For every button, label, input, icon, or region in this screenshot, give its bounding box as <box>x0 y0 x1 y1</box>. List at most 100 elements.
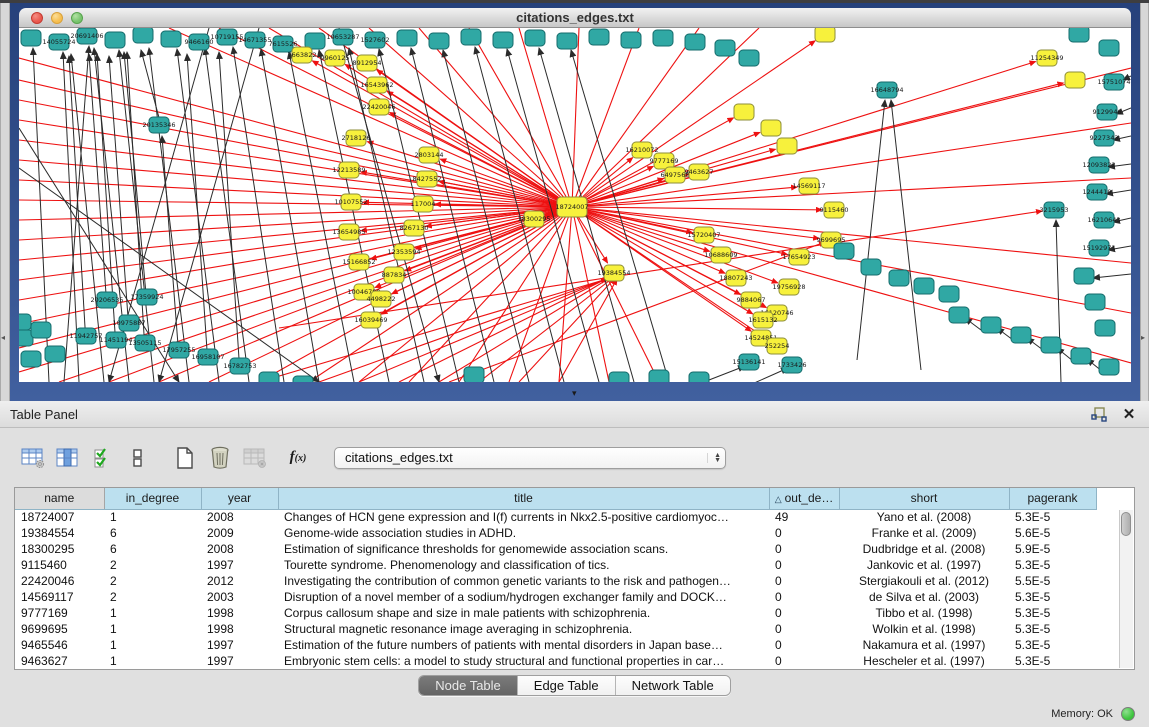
graph-node-teal[interactable] <box>949 307 969 323</box>
table-source-select[interactable]: citations_edges.txt ▲▼ <box>334 447 726 469</box>
tab-edge-table[interactable]: Edge Table <box>518 676 616 695</box>
graph-node-yellow[interactable] <box>761 120 781 136</box>
cell-short[interactable]: Dudbridge et al. (2008) <box>839 541 1009 557</box>
column-header-in_degree[interactable]: in_degree <box>104 488 201 509</box>
cell-year[interactable]: 2009 <box>201 525 278 541</box>
graph-node-teal[interactable] <box>939 286 959 302</box>
cell-name[interactable]: 18300295 <box>15 541 104 557</box>
cell-pagerank[interactable]: 5.3E-5 <box>1009 509 1096 525</box>
memory-status-indicator[interactable] <box>1121 707 1135 721</box>
right-splitter-strip[interactable]: ▸ <box>1140 3 1149 401</box>
close-window-button[interactable] <box>31 12 43 24</box>
minimize-window-button[interactable] <box>51 12 63 24</box>
graph-node-teal[interactable] <box>31 322 51 338</box>
graph-node-teal[interactable] <box>609 372 629 382</box>
graph-node-teal[interactable] <box>461 29 481 45</box>
function-builder-icon[interactable]: f(x) <box>283 443 313 473</box>
graph-node-teal[interactable] <box>1085 294 1105 310</box>
cell-short[interactable]: Franke et al. (2009) <box>839 525 1009 541</box>
cell-name[interactable]: 9465546 <box>15 637 104 653</box>
table-row[interactable]: 911546021997Tourette syndrome. Phenomeno… <box>15 557 1096 573</box>
cell-title[interactable]: Changes of HCN gene expression and I(f) … <box>278 509 769 525</box>
cell-title[interactable]: Genome-wide association studies in ADHD. <box>278 525 769 541</box>
graph-node-teal[interactable] <box>557 33 577 49</box>
cell-out_de[interactable]: 0 <box>769 541 839 557</box>
cell-name[interactable]: 9699695 <box>15 621 104 637</box>
graph-node-yellow[interactable] <box>1065 72 1085 88</box>
cell-year[interactable]: 2003 <box>201 589 278 605</box>
cell-short[interactable]: Hescheler et al. (1997) <box>839 653 1009 669</box>
cell-year[interactable]: 1997 <box>201 653 278 669</box>
cell-pagerank[interactable]: 5.3E-5 <box>1009 621 1096 637</box>
cell-in_degree[interactable]: 1 <box>104 621 201 637</box>
graph-node-teal[interactable] <box>715 40 735 56</box>
table-row[interactable]: 1456911722003Disruption of a novel membe… <box>15 589 1096 605</box>
cell-short[interactable]: Nakamura et al. (1997) <box>839 637 1009 653</box>
cell-title[interactable]: Corpus callosum shape and size in male p… <box>278 605 769 621</box>
panel-splitter-handle[interactable]: ▾ <box>572 389 577 398</box>
graph-node-teal[interactable] <box>589 29 609 45</box>
cell-pagerank[interactable]: 5.3E-5 <box>1009 605 1096 621</box>
cell-year[interactable]: 1998 <box>201 605 278 621</box>
cell-in_degree[interactable]: 2 <box>104 589 201 605</box>
cell-title[interactable]: Estimation of the future numbers of pati… <box>278 637 769 653</box>
cell-in_degree[interactable]: 6 <box>104 541 201 557</box>
delete-rows-icon[interactable] <box>205 443 235 473</box>
cell-name[interactable]: 9115460 <box>15 557 104 573</box>
graph-node-teal[interactable] <box>21 30 41 46</box>
graph-node-teal[interactable] <box>493 32 513 48</box>
cell-pagerank[interactable]: 5.9E-5 <box>1009 541 1096 557</box>
graph-node-teal[interactable] <box>739 50 759 66</box>
graph-node-yellow[interactable] <box>777 138 797 154</box>
table-row[interactable]: 1872400712008Changes of HCN gene express… <box>15 509 1096 525</box>
citation-network-graph[interactable]: 1405572420691406946616010719155146713557… <box>19 28 1131 382</box>
cell-title[interactable]: Investigating the contribution of common… <box>278 573 769 589</box>
cell-out_de[interactable]: 0 <box>769 589 839 605</box>
cell-name[interactable]: 9463627 <box>15 653 104 669</box>
cell-short[interactable]: Jankovic et al. (1997) <box>839 557 1009 573</box>
graph-node-teal[interactable] <box>1069 28 1089 42</box>
graph-node-teal[interactable] <box>1041 337 1061 353</box>
graph-node-teal[interactable] <box>685 34 705 50</box>
tab-network-table[interactable]: Network Table <box>616 676 730 695</box>
table-row[interactable]: 977716911998Corpus callosum shape and si… <box>15 605 1096 621</box>
graph-node-yellow[interactable] <box>734 104 754 120</box>
graph-node-teal[interactable] <box>105 32 125 48</box>
cell-short[interactable]: Tibbo et al. (1998) <box>839 605 1009 621</box>
cell-out_de[interactable]: 0 <box>769 557 839 573</box>
cell-in_degree[interactable]: 1 <box>104 509 201 525</box>
table-row[interactable]: 946362711997Embryonic stem cells: a mode… <box>15 653 1096 669</box>
column-header-title[interactable]: title <box>278 488 769 509</box>
graph-node-teal[interactable] <box>914 278 934 294</box>
cell-short[interactable]: Wolkin et al. (1998) <box>839 621 1009 637</box>
window-titlebar[interactable]: citations_edges.txt <box>19 8 1131 28</box>
cell-short[interactable]: de Silva et al. (2003) <box>839 589 1009 605</box>
graph-node-teal[interactable] <box>429 33 449 49</box>
graph-node-teal[interactable] <box>45 346 65 362</box>
graph-node-teal[interactable] <box>133 28 153 43</box>
cell-in_degree[interactable]: 1 <box>104 653 201 669</box>
graph-node-teal[interactable] <box>861 259 881 275</box>
cell-title[interactable]: Estimation of significance thresholds fo… <box>278 541 769 557</box>
cell-name[interactable]: 9777169 <box>15 605 104 621</box>
graph-node-teal[interactable] <box>1095 320 1115 336</box>
graph-node-teal[interactable] <box>1071 348 1091 364</box>
graph-node-teal[interactable] <box>397 30 417 46</box>
table-row[interactable]: 969969511998Structural magnetic resonanc… <box>15 621 1096 637</box>
graph-node-teal[interactable] <box>649 370 669 382</box>
cell-out_de[interactable]: 0 <box>769 605 839 621</box>
column-settings-icon[interactable] <box>18 443 48 473</box>
graph-node-teal[interactable] <box>889 270 909 286</box>
collapse-left-arrow-icon[interactable]: ◂ <box>1 334 5 342</box>
scrollbar-thumb[interactable] <box>1121 512 1131 536</box>
graph-node-teal[interactable] <box>293 376 313 382</box>
cell-out_de[interactable]: 0 <box>769 573 839 589</box>
graph-node-teal[interactable] <box>653 30 673 46</box>
graph-node-teal[interactable] <box>259 372 279 382</box>
cell-in_degree[interactable]: 2 <box>104 557 201 573</box>
table-row[interactable]: 2242004622012Investigating the contribut… <box>15 573 1096 589</box>
graph-node-teal[interactable] <box>621 32 641 48</box>
cell-name[interactable]: 18724007 <box>15 509 104 525</box>
cell-in_degree[interactable]: 6 <box>104 525 201 541</box>
graph-node-teal[interactable] <box>1011 327 1031 343</box>
